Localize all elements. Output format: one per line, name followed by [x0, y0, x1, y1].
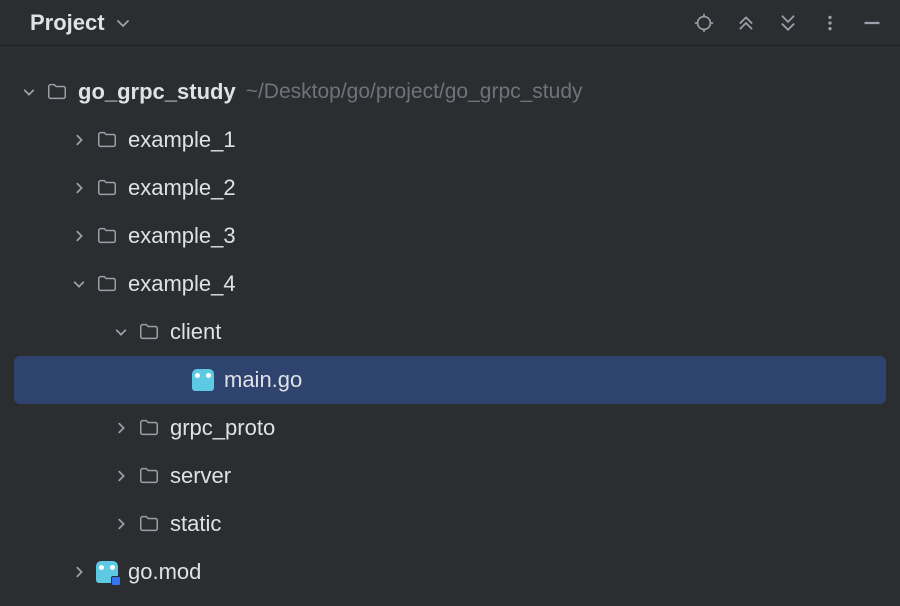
collapse-all-icon[interactable]: [776, 11, 800, 35]
minimize-icon[interactable]: [860, 11, 884, 35]
tree-folder-example-2[interactable]: example_2: [14, 164, 886, 212]
folder-label: example_2: [128, 175, 236, 201]
folder-icon: [138, 321, 160, 343]
folder-label: server: [170, 463, 231, 489]
dropdown-icon[interactable]: [111, 11, 135, 35]
chevron-right-icon[interactable]: [110, 517, 132, 531]
go-mod-icon: [96, 561, 118, 583]
folder-icon: [96, 129, 118, 151]
tree-root[interactable]: go_grpc_study ~/Desktop/go/project/go_gr…: [14, 68, 886, 116]
go-file-icon: [192, 369, 214, 391]
tree-folder-grpc-proto[interactable]: grpc_proto: [14, 404, 886, 452]
chevron-right-icon[interactable]: [68, 229, 90, 243]
chevron-down-icon[interactable]: [110, 325, 132, 339]
chevron-down-icon[interactable]: [68, 277, 90, 291]
folder-label: example_1: [128, 127, 236, 153]
folder-label: example_4: [128, 271, 236, 297]
tree-folder-server[interactable]: server: [14, 452, 886, 500]
header-actions: [692, 11, 884, 35]
folder-icon: [138, 417, 160, 439]
tree-folder-example-4[interactable]: example_4: [14, 260, 886, 308]
folder-label: example_3: [128, 223, 236, 249]
folder-icon: [46, 81, 68, 103]
folder-label: grpc_proto: [170, 415, 275, 441]
tree-file-main-go[interactable]: main.go: [14, 356, 886, 404]
root-name: go_grpc_study: [78, 79, 236, 105]
tree-folder-example-1[interactable]: example_1: [14, 116, 886, 164]
chevron-right-icon[interactable]: [68, 133, 90, 147]
target-icon[interactable]: [692, 11, 716, 35]
tree-file-go-mod[interactable]: go.mod: [14, 548, 886, 596]
file-label: go.mod: [128, 559, 201, 585]
project-panel-header: Project: [0, 0, 900, 46]
folder-icon: [138, 465, 160, 487]
folder-label: static: [170, 511, 221, 537]
folder-icon: [138, 513, 160, 535]
chevron-right-icon[interactable]: [110, 421, 132, 435]
folder-icon: [96, 225, 118, 247]
chevron-right-icon[interactable]: [110, 469, 132, 483]
tree-folder-static[interactable]: static: [14, 500, 886, 548]
folder-label: client: [170, 319, 221, 345]
tree-folder-example-3[interactable]: example_3: [14, 212, 886, 260]
root-path: ~/Desktop/go/project/go_grpc_study: [246, 80, 583, 104]
chevron-right-icon[interactable]: [68, 565, 90, 579]
header-left: Project: [30, 10, 135, 36]
chevron-right-icon[interactable]: [68, 181, 90, 195]
expand-all-icon[interactable]: [734, 11, 758, 35]
more-options-icon[interactable]: [818, 11, 842, 35]
panel-title[interactable]: Project: [30, 10, 105, 36]
file-label: main.go: [224, 367, 302, 393]
folder-icon: [96, 177, 118, 199]
tree-folder-client[interactable]: client: [14, 308, 886, 356]
project-tree: go_grpc_study ~/Desktop/go/project/go_gr…: [0, 46, 900, 606]
folder-icon: [96, 273, 118, 295]
chevron-down-icon[interactable]: [18, 85, 40, 99]
